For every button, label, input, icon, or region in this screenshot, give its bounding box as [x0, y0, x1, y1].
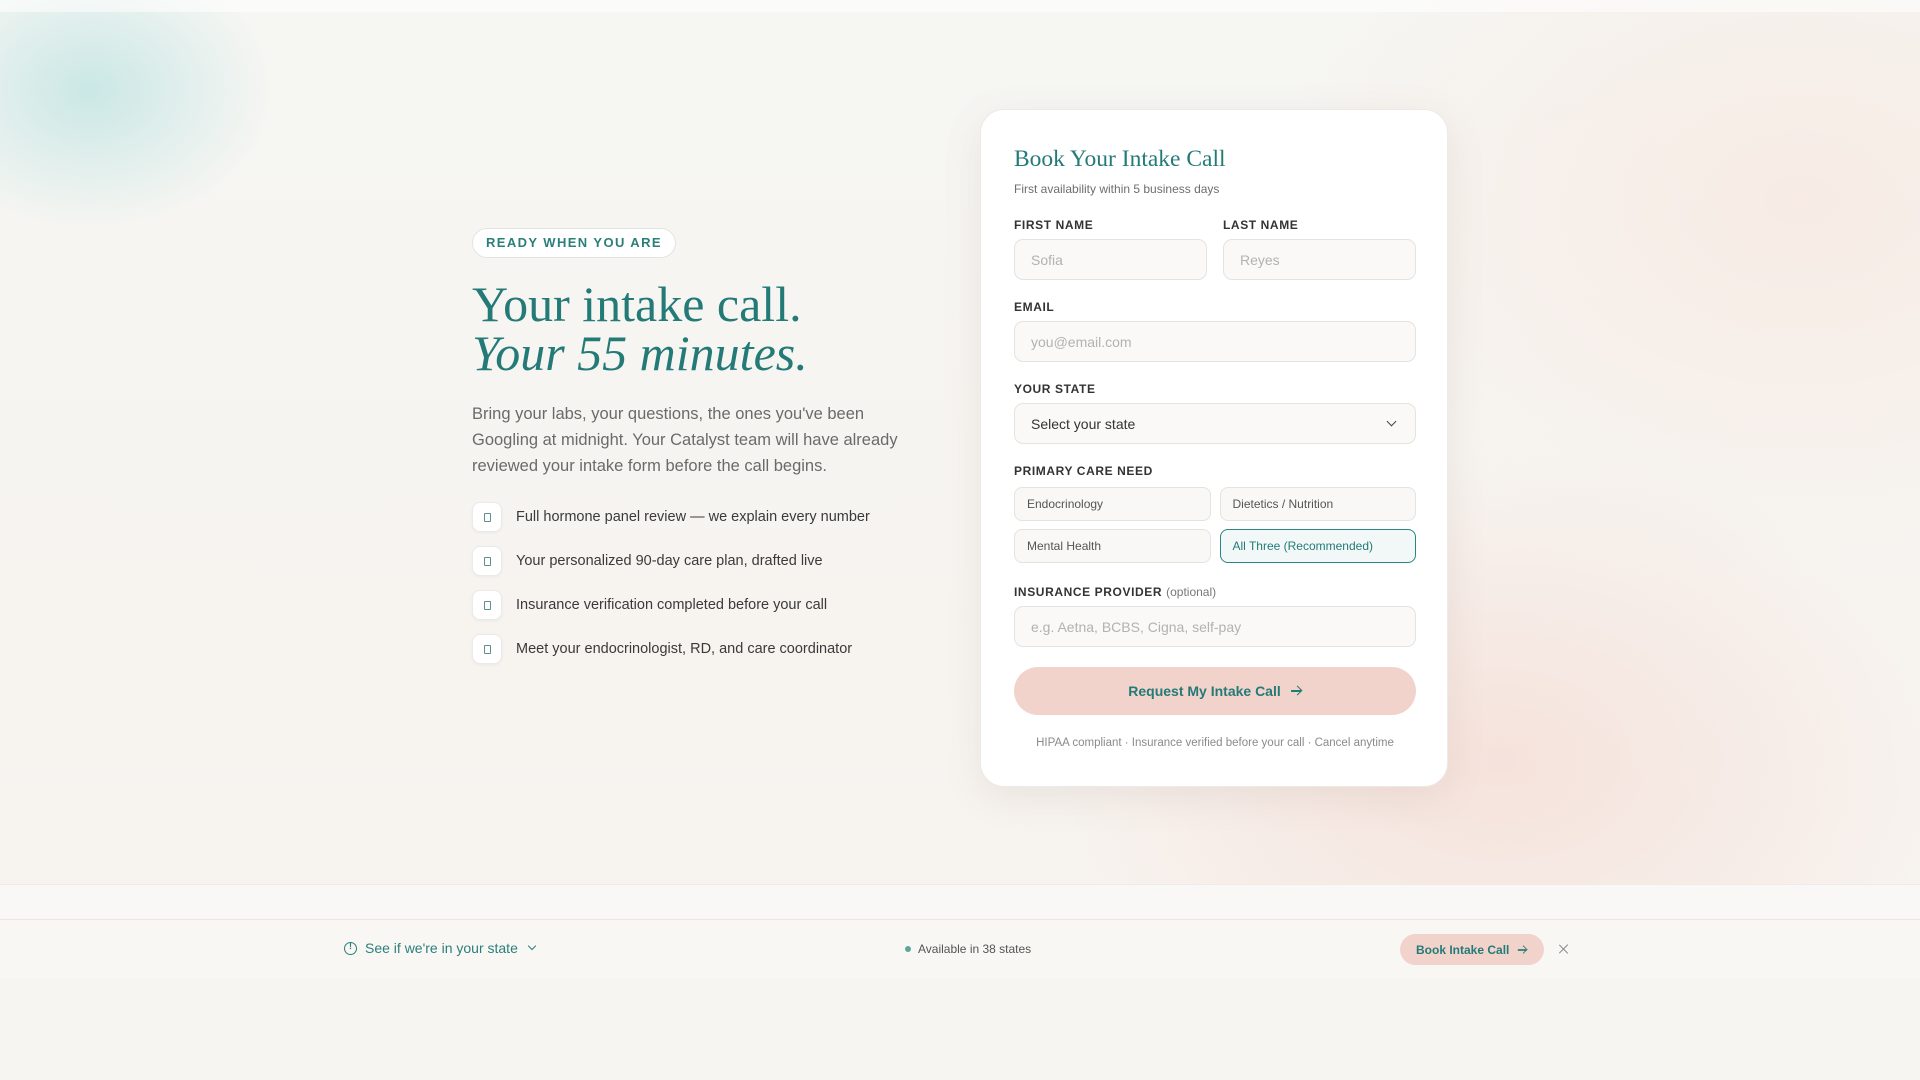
request-intake-call-button[interactable]: Request My Intake Call [1014, 667, 1416, 715]
booking-form-card: Book Your Intake Call First availability… [980, 109, 1448, 787]
first-name-label: FIRST NAME [1014, 218, 1094, 232]
close-icon[interactable] [1557, 942, 1571, 956]
top-edge [0, 0, 1920, 12]
document-icon [472, 502, 502, 532]
document-icon [472, 546, 502, 576]
document-icon [472, 590, 502, 620]
page-background [0, 0, 1920, 884]
headline-line-2: Your 55 minutes. [472, 325, 808, 381]
book-intake-call-button[interactable]: Book Intake Call [1400, 934, 1545, 965]
arrow-right-icon [1518, 945, 1527, 954]
sticky-bottom-bar: See if we're in your state Available in … [0, 919, 1920, 979]
form-title: Book Your Intake Call [1014, 146, 1226, 172]
feature-text: Meet your endocrinologist, RD, and care … [516, 641, 853, 657]
status-dot-icon [905, 946, 911, 952]
headline-line-1: Your intake call. [472, 276, 802, 332]
state-check-toggle[interactable]: See if we're in your state [344, 940, 537, 956]
scrolled-content-strip [0, 884, 1920, 920]
state-select-value: Select your state [1031, 415, 1136, 432]
hero-headline: Your intake call. Your 55 minutes. [472, 276, 912, 381]
feature-text: Your personalized 90-day care plan, draf… [516, 553, 823, 569]
form-subtitle: First availability within 5 business day… [1014, 182, 1220, 196]
insurance-label: INSURANCE PROVIDER (optional) [1014, 585, 1416, 599]
hero-lead-paragraph: Bring your labs, your questions, the one… [472, 405, 898, 475]
insurance-label-text: INSURANCE PROVIDER [1014, 585, 1163, 599]
eyebrow-badge: READY WHEN YOU ARE [472, 228, 676, 258]
book-intake-call-label: Book Intake Call [1416, 942, 1510, 957]
feature-item: Your personalized 90-day care plan, draf… [472, 545, 912, 577]
state-select[interactable]: Select your state [1014, 403, 1416, 444]
first-name-field[interactable]: Sofia [1014, 239, 1207, 280]
care-option-endocrinology[interactable]: Endocrinology [1014, 487, 1211, 521]
email-label: EMAIL [1014, 300, 1055, 314]
arrow-right-icon [1290, 686, 1302, 696]
chevron-down-icon [527, 941, 537, 951]
last-name-field[interactable]: Reyes [1223, 239, 1416, 280]
feature-item: Full hormone panel review — we explain e… [472, 501, 912, 533]
state-check-label: See if we're in your state [365, 940, 518, 956]
last-name-label: LAST NAME [1223, 218, 1299, 232]
insurance-optional-note: (optional) [1166, 585, 1217, 599]
feature-text: Full hormone panel review — we explain e… [516, 509, 870, 525]
form-fine-print: HIPAA compliant · Insurance verified bef… [1036, 737, 1394, 749]
care-need-options: Endocrinology Dietetics / Nutrition Ment… [1014, 487, 1416, 563]
feature-text: Insurance verification completed before … [516, 597, 828, 613]
feature-list: Full hormone panel review — we explain e… [472, 501, 912, 665]
availability-text: Available in 38 states [918, 942, 1032, 956]
submit-label: Request My Intake Call [1128, 683, 1281, 699]
name-row: FIRST NAME Sofia LAST NAME Reyes [1014, 218, 1416, 280]
insurance-field[interactable]: e.g. Aetna, BCBS, Cigna, self-pay [1014, 606, 1416, 647]
state-label: YOUR STATE [1014, 382, 1096, 396]
care-option-mental-health[interactable]: Mental Health [1014, 529, 1211, 563]
care-need-label: PRIMARY CARE NEED [1014, 464, 1153, 478]
email-field[interactable]: you@email.com [1014, 321, 1416, 362]
availability-indicator: Available in 38 states [905, 942, 1031, 956]
feature-item: Meet your endocrinologist, RD, and care … [472, 633, 912, 665]
hero-section: READY WHEN YOU ARE Your intake call. You… [472, 228, 912, 677]
care-option-nutrition[interactable]: Dietetics / Nutrition [1219, 487, 1416, 521]
feature-item: Insurance verification completed before … [472, 589, 912, 621]
info-icon [344, 941, 357, 955]
chevron-down-icon [1386, 416, 1397, 427]
care-option-all-three[interactable]: All Three (Recommended) [1219, 529, 1416, 563]
document-icon [472, 634, 502, 664]
